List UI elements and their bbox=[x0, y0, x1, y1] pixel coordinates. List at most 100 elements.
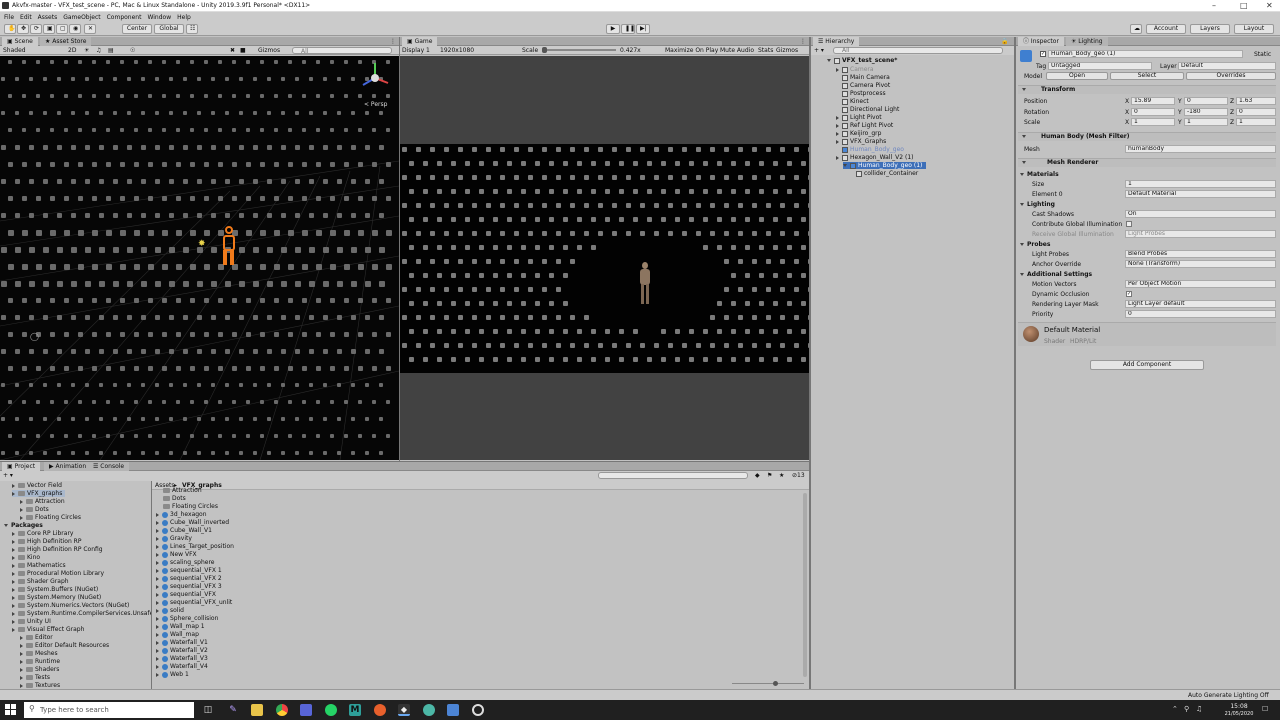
shader-dropdown[interactable]: HDRP/Lit bbox=[1070, 338, 1096, 345]
discord-icon[interactable] bbox=[300, 704, 312, 716]
project-tree-item[interactable]: Shader Graph bbox=[12, 578, 69, 585]
asset-item[interactable]: sequential_VFX 2 bbox=[156, 575, 222, 582]
network-icon[interactable]: ⚲ bbox=[1184, 705, 1189, 713]
asset-item[interactable]: Floating Circles bbox=[156, 503, 218, 510]
hierarchy-item[interactable]: Kinect bbox=[836, 98, 869, 105]
hierarchy-item[interactable]: Directional Light bbox=[836, 106, 899, 113]
menu-gameobject[interactable]: GameObject bbox=[63, 14, 100, 21]
tag-dropdown[interactable]: Untagged bbox=[1048, 62, 1152, 70]
menu-edit[interactable]: Edit bbox=[20, 14, 32, 21]
filter-label-icon[interactable]: ⚑ bbox=[767, 472, 772, 479]
expand-arrow-icon[interactable] bbox=[156, 520, 159, 525]
hierarchy-item[interactable]: Postprocess bbox=[836, 90, 886, 97]
scene-audio-icon[interactable]: ♫ bbox=[96, 47, 101, 54]
select-button[interactable]: Select bbox=[1110, 72, 1184, 80]
app-teal-icon[interactable] bbox=[423, 704, 435, 716]
expand-arrow-icon[interactable] bbox=[156, 632, 159, 637]
asset-item[interactable]: Sphere_collision bbox=[156, 615, 218, 622]
scale-tool-button[interactable]: ▣ bbox=[43, 24, 55, 34]
materials-foldout[interactable]: Materials bbox=[1020, 171, 1059, 178]
step-button[interactable]: ▶| bbox=[636, 24, 650, 34]
file-explorer-icon[interactable] bbox=[251, 704, 263, 716]
expand-arrow-icon[interactable] bbox=[20, 667, 23, 672]
scene-lighting-icon[interactable]: ☀ bbox=[84, 47, 89, 54]
camera-gizmo-icon[interactable]: ◯ bbox=[30, 332, 40, 342]
menu-component[interactable]: Component bbox=[107, 14, 142, 21]
pen-app-icon[interactable]: ✎ bbox=[227, 704, 239, 716]
chrome-icon[interactable] bbox=[276, 704, 288, 716]
expand-arrow-icon[interactable] bbox=[156, 512, 159, 517]
expand-arrow-icon[interactable] bbox=[12, 627, 15, 632]
priority-field[interactable]: 0 bbox=[1125, 310, 1276, 318]
whatsapp-icon[interactable] bbox=[325, 704, 337, 716]
object-name-field[interactable]: Human_Body_geo (1) bbox=[1048, 50, 1243, 58]
game-viewport[interactable] bbox=[400, 56, 809, 460]
menu-window[interactable]: Window bbox=[147, 14, 171, 21]
asset-item[interactable]: Cube_Wall_inverted bbox=[156, 519, 229, 526]
scene-tools-icon[interactable]: ✖ bbox=[230, 47, 235, 54]
resolution-dropdown[interactable]: 1920x1080 bbox=[440, 47, 474, 54]
expand-arrow-icon[interactable] bbox=[156, 640, 159, 645]
expand-arrow-icon[interactable] bbox=[156, 672, 159, 677]
light-gizmo-icon[interactable]: ✸ bbox=[198, 239, 208, 249]
mute-audio-toggle[interactable]: Mute Audio bbox=[720, 47, 754, 54]
project-tree-item[interactable]: System.Numerics.Vectors (NuGet) bbox=[12, 602, 129, 609]
tab-scene[interactable]: ▣ Scene bbox=[2, 37, 38, 46]
project-tree-item[interactable]: System.Buffers (NuGet) bbox=[12, 586, 98, 593]
close-icon[interactable]: ✕ bbox=[1266, 1, 1273, 10]
expand-arrow-icon[interactable] bbox=[20, 675, 23, 680]
project-tree-item[interactable]: Unity UI bbox=[12, 618, 51, 625]
project-tree-item[interactable]: Runtime bbox=[20, 658, 60, 665]
hierarchy-item[interactable]: collider_Container bbox=[850, 170, 918, 177]
expand-arrow-icon[interactable] bbox=[156, 624, 159, 629]
expand-arrow-icon[interactable] bbox=[12, 571, 15, 576]
project-tree-item[interactable]: High Definition RP Config bbox=[12, 546, 103, 553]
scene-visibility-icon[interactable]: ☉ bbox=[130, 47, 135, 54]
mode-2d-toggle[interactable]: 2D bbox=[68, 47, 76, 54]
mesh-field[interactable]: humanBody bbox=[1125, 145, 1276, 153]
scene-camera-icon[interactable]: ■ bbox=[240, 47, 246, 54]
draw-mode-dropdown[interactable]: Shaded bbox=[3, 47, 26, 54]
pivot-center-button[interactable]: Center bbox=[122, 24, 152, 34]
scale-slider[interactable] bbox=[542, 49, 616, 51]
hand-tool-button[interactable]: ✋ bbox=[4, 24, 16, 34]
expand-arrow-icon[interactable] bbox=[20, 635, 23, 640]
asset-item[interactable]: Wall_map 1 bbox=[156, 623, 205, 630]
asset-item[interactable]: Gravity bbox=[156, 535, 192, 542]
project-tree-item[interactable]: Mathematics bbox=[12, 562, 66, 569]
tab-inspector[interactable]: ⓘ Inspector bbox=[1018, 37, 1064, 46]
expand-arrow-icon[interactable] bbox=[156, 552, 159, 557]
tab-animation[interactable]: ▶ Animation bbox=[44, 462, 92, 471]
active-checkbox[interactable]: ✓ bbox=[1040, 51, 1046, 57]
layers-dropdown[interactable]: Layers bbox=[1190, 24, 1230, 34]
tab-project[interactable]: ▣ Project bbox=[2, 462, 41, 471]
expand-arrow-icon[interactable] bbox=[12, 539, 15, 544]
expand-arrow-icon[interactable] bbox=[12, 587, 15, 592]
expand-arrow-icon[interactable] bbox=[12, 579, 15, 584]
persp-label[interactable]: < Persp bbox=[364, 101, 387, 108]
asset-item[interactable]: sequential_VFX 1 bbox=[156, 567, 222, 574]
expand-arrow-icon[interactable] bbox=[156, 536, 159, 541]
expand-arrow-icon[interactable] bbox=[20, 515, 23, 520]
project-tree-item[interactable]: Attraction bbox=[20, 498, 65, 505]
volume-icon[interactable]: ♫ bbox=[1196, 705, 1202, 713]
asset-item[interactable]: sequential_VFX_unlit bbox=[156, 599, 232, 606]
position-y-field[interactable]: 0 bbox=[1184, 97, 1228, 105]
scale-x-field[interactable]: 1 bbox=[1131, 118, 1175, 126]
play-button[interactable]: ▶ bbox=[606, 24, 620, 34]
hierarchy-item[interactable]: Hexagon_Wall_V2 (1) bbox=[836, 154, 914, 161]
asset-item[interactable]: Waterfall_V3 bbox=[156, 655, 208, 662]
asset-item[interactable]: Waterfall_V4 bbox=[156, 663, 208, 670]
open-button[interactable]: Open bbox=[1046, 72, 1108, 80]
menu-file[interactable]: File bbox=[4, 14, 14, 21]
overrides-dropdown[interactable]: Overrides bbox=[1186, 72, 1276, 80]
hierarchy-item[interactable]: Keijiro_grp bbox=[836, 130, 881, 137]
project-tree-item[interactable]: VFX_graphs bbox=[12, 490, 66, 497]
position-x-field[interactable]: 15.89 bbox=[1131, 97, 1175, 105]
project-tree-item[interactable]: Meshes bbox=[20, 650, 58, 657]
expand-arrow-icon[interactable] bbox=[12, 555, 15, 560]
expand-arrow-icon[interactable] bbox=[156, 664, 159, 669]
layout-dropdown[interactable]: Layout bbox=[1234, 24, 1274, 34]
anchor-override-field[interactable]: None (Transform) bbox=[1125, 260, 1276, 268]
expand-arrow-icon[interactable] bbox=[156, 648, 159, 653]
